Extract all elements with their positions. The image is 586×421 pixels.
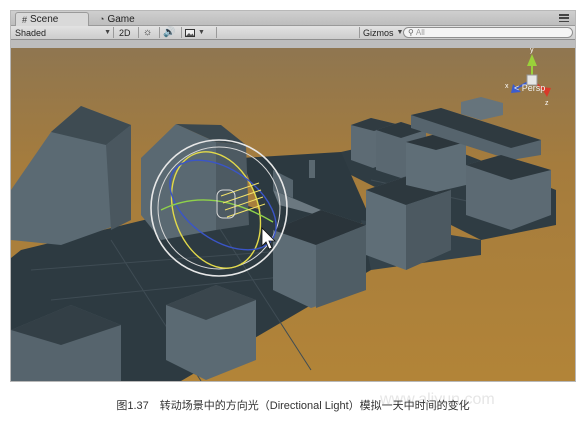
chevron-down-icon: ▼: [104, 29, 111, 36]
axis-label-x: x: [505, 83, 509, 90]
scene-window: # Scene ◔ Game Shaded ▼ 2D ☼ 🔊 ▼ Gizmos …: [10, 10, 576, 382]
search-placeholder: All: [415, 28, 425, 37]
effects-dropdown[interactable]: ▼: [185, 26, 211, 39]
tab-scene-label: Scene: [30, 14, 59, 25]
figure-caption: 图1.37 转动场景中的方向光（Directional Light）模拟一天中时…: [116, 400, 470, 412]
shading-mode-dropdown[interactable]: Shaded ▼: [15, 26, 111, 39]
game-pacman-icon: ◔: [99, 14, 105, 24]
search-input[interactable]: ⚲ All: [403, 27, 573, 38]
tab-bar: # Scene ◔ Game: [11, 11, 575, 26]
axis-label-z: z: [545, 100, 549, 107]
building-cube-center: [273, 210, 366, 308]
scene-toolbar: Shaded ▼ 2D ☼ 🔊 ▼ Gizmos ▼ ⚲ All: [11, 26, 575, 40]
gizmos-label: Gizmos: [363, 27, 394, 38]
scene-grid-icon: #: [22, 14, 28, 25]
tab-game[interactable]: ◔ Game: [93, 12, 163, 26]
toggle-2d-label: 2D: [119, 27, 131, 38]
scene-viewport[interactable]: y x z: [11, 40, 575, 381]
sun-icon: ☼: [143, 27, 153, 38]
speaker-icon: 🔊: [163, 27, 176, 38]
axis-label-y: y: [530, 47, 534, 54]
sky: [11, 40, 575, 48]
chevron-down-icon: ▼: [198, 29, 205, 36]
audio-toggle[interactable]: 🔊: [163, 26, 177, 39]
image-icon: [185, 28, 195, 37]
lighting-toggle[interactable]: ☼: [143, 26, 155, 39]
tab-scene[interactable]: # Scene: [15, 12, 89, 26]
window-menu-icon[interactable]: [559, 14, 569, 22]
gizmos-dropdown[interactable]: Gizmos ▼: [363, 26, 403, 39]
shading-mode-label: Shaded: [15, 27, 47, 38]
projection-label[interactable]: < Persp: [514, 83, 545, 93]
toggle-2d-button[interactable]: 2D: [119, 26, 135, 39]
search-icon: ⚲: [408, 28, 414, 37]
tab-game-label: Game: [107, 13, 135, 25]
